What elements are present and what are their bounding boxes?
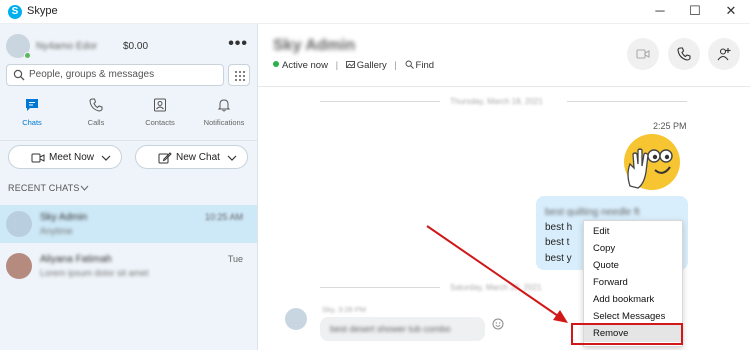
audio-call-button[interactable] [668, 38, 700, 70]
maximize-button[interactable]: ☐ [685, 2, 705, 20]
menu-item-quote[interactable]: Quote [584, 257, 684, 274]
nav-tabs: Chats Calls Contacts Notifications [0, 98, 258, 134]
gallery-label: Gallery [356, 60, 387, 71]
chat-time: Tue [227, 254, 243, 264]
title-bar: S Skype ─ ☐ ✕ [0, 0, 750, 24]
chat-icon [26, 99, 38, 111]
divider [567, 101, 687, 102]
date-separator: Saturday, March 20, 2021 [450, 283, 542, 292]
phone-icon [89, 98, 103, 112]
date-separator: Thursday, March 18, 2021 [450, 97, 543, 106]
video-call-button[interactable] [627, 38, 659, 70]
bell-icon [217, 99, 231, 112]
gallery-link[interactable]: Gallery [345, 60, 390, 71]
message-meta: Sky, 3:28 PM [322, 305, 367, 314]
tab-contacts[interactable]: Contacts [128, 98, 192, 134]
chevron-down-icon [101, 155, 111, 161]
new-chat-button[interactable]: New Chat [135, 145, 248, 169]
dialpad-icon [235, 71, 245, 81]
gallery-icon [345, 61, 355, 68]
chat-time: 10:25 AM [204, 212, 243, 222]
tab-calls-label: Calls [87, 118, 105, 127]
chevron-down-icon [227, 155, 237, 161]
message-text: best t [545, 237, 570, 248]
avatar [6, 211, 32, 237]
compose-icon [158, 152, 172, 164]
tab-chats[interactable]: Chats [0, 98, 64, 134]
more-options-icon[interactable]: ••• [228, 35, 248, 53]
message-text: best y [545, 253, 572, 264]
tab-calls[interactable]: Calls [64, 98, 128, 134]
presence-indicator [24, 52, 31, 59]
menu-item-edit[interactable]: Edit [584, 223, 684, 240]
search-input[interactable]: People, groups & messages [6, 64, 224, 86]
tab-contacts-label: Contacts [145, 118, 175, 127]
avatar [6, 253, 32, 279]
tab-notifications[interactable]: Notifications [192, 98, 256, 134]
profile-area[interactable]: Ny4amo Edor $0.00 ••• [6, 32, 252, 60]
video-camera-icon [636, 49, 650, 59]
add-people-button[interactable] [708, 38, 740, 70]
search-icon [405, 60, 414, 69]
window-title: Skype [27, 5, 58, 17]
chevron-down-icon[interactable] [80, 184, 89, 192]
close-button[interactable]: ✕ [721, 2, 741, 20]
meet-now-button[interactable]: Meet Now [8, 145, 122, 169]
chat-preview: Lorem ipsum dolor sit amet [40, 268, 149, 278]
contact-name[interactable]: Sky Admin [273, 37, 355, 55]
message-text: best h [545, 222, 573, 233]
meet-now-label: Meet Now [49, 152, 95, 163]
find-label: Find [415, 60, 435, 71]
chat-name: Sky Admin [40, 212, 88, 223]
chat-list-item[interactable]: Aliyana Fatimah Lorem ipsum dolor sit am… [0, 247, 257, 285]
search-icon [13, 69, 25, 81]
tab-chats-label: Chats [22, 118, 42, 127]
conversation-subheader: Active now | Gallery | Find [273, 60, 434, 71]
status-text: Active now [282, 60, 328, 71]
chat-preview: Anytime [40, 226, 73, 236]
smiley-react-icon[interactable] [492, 318, 504, 330]
message-text: best desert shower tub combo [330, 324, 451, 334]
add-person-icon [717, 48, 731, 61]
divider [0, 140, 258, 141]
phone-icon [677, 47, 691, 61]
profile-name: Ny4amo Edor [36, 41, 98, 52]
new-chat-label: New Chat [176, 152, 220, 163]
chat-list-item[interactable]: Sky Admin Anytime 10:25 AM [0, 205, 257, 243]
divider [320, 287, 440, 288]
waving-emoji-icon[interactable] [618, 134, 684, 194]
message-text: best quilting needle ft [545, 207, 640, 218]
sidebar: Ny4amo Edor $0.00 ••• People, groups & m… [0, 24, 258, 350]
tab-notifications-label: Notifications [203, 118, 245, 127]
skype-logo-icon: S [8, 5, 22, 19]
chat-name: Aliyana Fatimah [40, 254, 112, 265]
skype-credit[interactable]: $0.00 [123, 41, 148, 52]
divider [258, 86, 750, 87]
remove-highlight-box [571, 323, 683, 345]
menu-item-forward[interactable]: Forward [584, 274, 684, 291]
recent-chats-header[interactable]: RECENT CHATS [8, 183, 80, 193]
contacts-icon [154, 98, 166, 112]
dialpad-button[interactable] [228, 64, 250, 86]
divider [320, 101, 440, 102]
video-camera-icon [31, 153, 45, 163]
menu-item-add-bookmark[interactable]: Add bookmark [584, 291, 684, 308]
presence-indicator [273, 61, 279, 67]
message-time: 2:25 PM [653, 121, 687, 131]
find-link[interactable]: Find [405, 60, 434, 71]
menu-item-copy[interactable]: Copy [584, 240, 684, 257]
minimize-button[interactable]: ─ [650, 2, 670, 20]
search-placeholder: People, groups & messages [29, 69, 155, 80]
avatar[interactable] [285, 308, 307, 330]
